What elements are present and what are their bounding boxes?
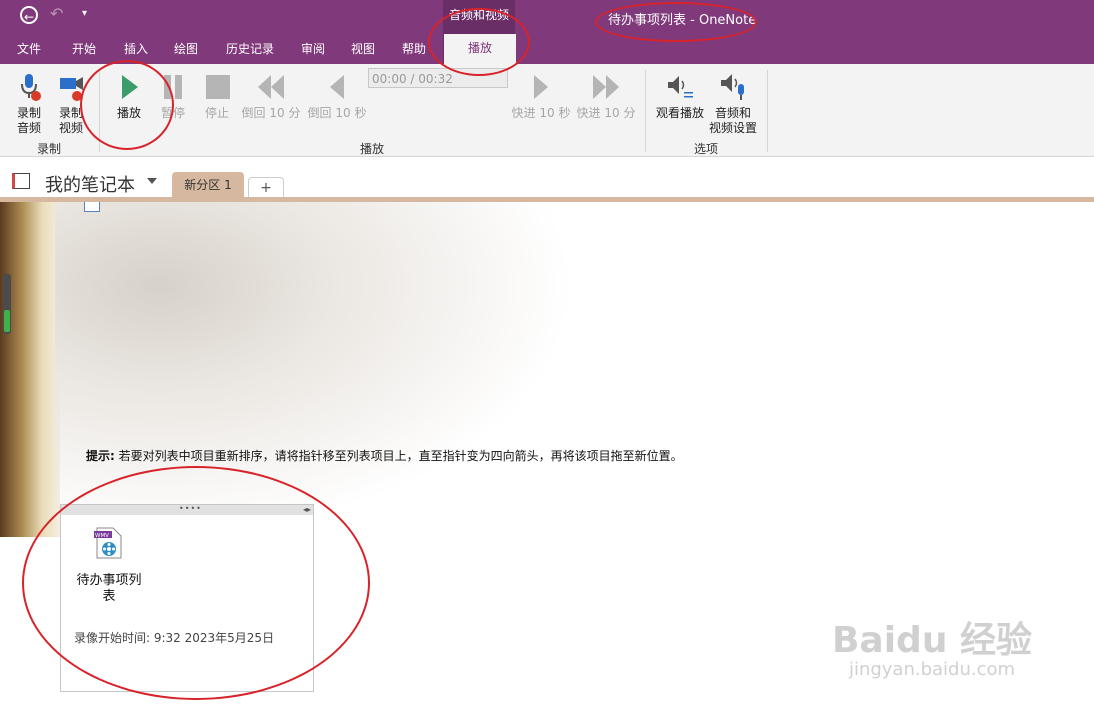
annotation-ellipse-play-button [80,60,174,150]
stop-button[interactable]: 停止 [198,72,236,121]
watermark-sub: jingyan.baidu.com [848,659,1016,680]
group-label-record: 录制 [37,142,62,156]
rewind-10s-button[interactable]: 倒回 10 秒 [306,72,368,121]
tab-draw[interactable]: 绘图 [174,40,198,57]
tip-body: 若要对列表中项目重新排序，请将指针移至列表项目上，直至指针变为四向箭头，再将该项… [114,449,683,463]
forward-icon [510,72,572,102]
notebook-bar: 我的笔记本 新分区 1 + [0,157,1094,201]
tab-help[interactable]: 帮助 [402,40,426,57]
group-label-play: 播放 [360,142,385,156]
stop-label: 停止 [204,106,229,120]
rewind-10s-label: 倒回 10 秒 [307,106,367,120]
forward-10s-label: 快进 10 秒 [511,106,571,120]
forward-10s-button[interactable]: 快进 10 秒 [510,72,572,121]
microphone-icon [10,72,48,102]
add-section-button[interactable]: + [248,177,284,198]
vertical-indicator [3,274,11,334]
speaker-list-icon [654,72,706,102]
chevron-down-icon[interactable] [147,178,157,184]
watermark-main: Baidu 经验 [831,620,1032,661]
stop-icon [198,72,236,102]
forward-10min-button[interactable]: 快进 10 分 [575,72,637,121]
notebook-name[interactable]: 我的笔记本 [45,171,135,197]
notebook-icon [12,173,30,189]
tip-label: 提示: [86,449,115,463]
outline-container-handle[interactable] [84,202,100,212]
tab-review[interactable]: 审阅 [301,40,325,57]
see-playback-label: 观看播放 [655,106,704,120]
annotation-ellipse-title [595,2,757,42]
customize-qat-icon[interactable]: ▾ [82,8,87,19]
undo-icon[interactable]: ↶ [50,4,63,23]
back-arrow-icon[interactable]: ← [20,6,38,24]
rewind-10min-button[interactable]: 倒回 10 分 [241,72,301,121]
fast-forward-double-icon [575,72,637,102]
rewind-double-icon [241,72,301,102]
tab-home[interactable]: 开始 [72,40,96,57]
see-playback-button[interactable]: 观看播放 [654,72,706,121]
title-bar: ← ↶ ▾ 音频和视频 待办事项列表 - OneNote 文件 开始 插入 绘图… [0,0,1094,64]
section-tab[interactable]: 新分区 1 [172,172,244,198]
rewind-icon [306,72,368,102]
tab-history[interactable]: 历史记录 [226,40,274,57]
av-settings-label: 音频和 视频设置 [708,106,757,135]
av-settings-button[interactable]: 音频和 视频设置 [708,72,758,136]
tip-text: 提示: 若要对列表中项目重新排序，请将指针移至列表项目上，直至指针变为四向箭头，… [86,448,686,465]
forward-10min-label: 快进 10 分 [576,106,636,120]
tab-insert[interactable]: 插入 [124,40,148,57]
annotation-ellipse-media [22,466,370,700]
record-audio-button[interactable]: 录制 音频 [10,72,48,136]
group-label-options: 选项 [694,142,719,156]
group-separator [767,70,768,152]
background-image [0,202,60,537]
speaker-mic-icon [708,72,758,102]
watermark: Baidu 经验 jingyan.baidu.com [832,611,1032,680]
tab-file[interactable]: 文件 [17,40,41,57]
rewind-10min-label: 倒回 10 分 [241,106,301,120]
group-separator [645,70,646,152]
record-audio-label: 录制 音频 [16,106,41,135]
annotation-ellipse-playback-tab [428,8,530,76]
tab-view[interactable]: 视图 [351,40,375,57]
